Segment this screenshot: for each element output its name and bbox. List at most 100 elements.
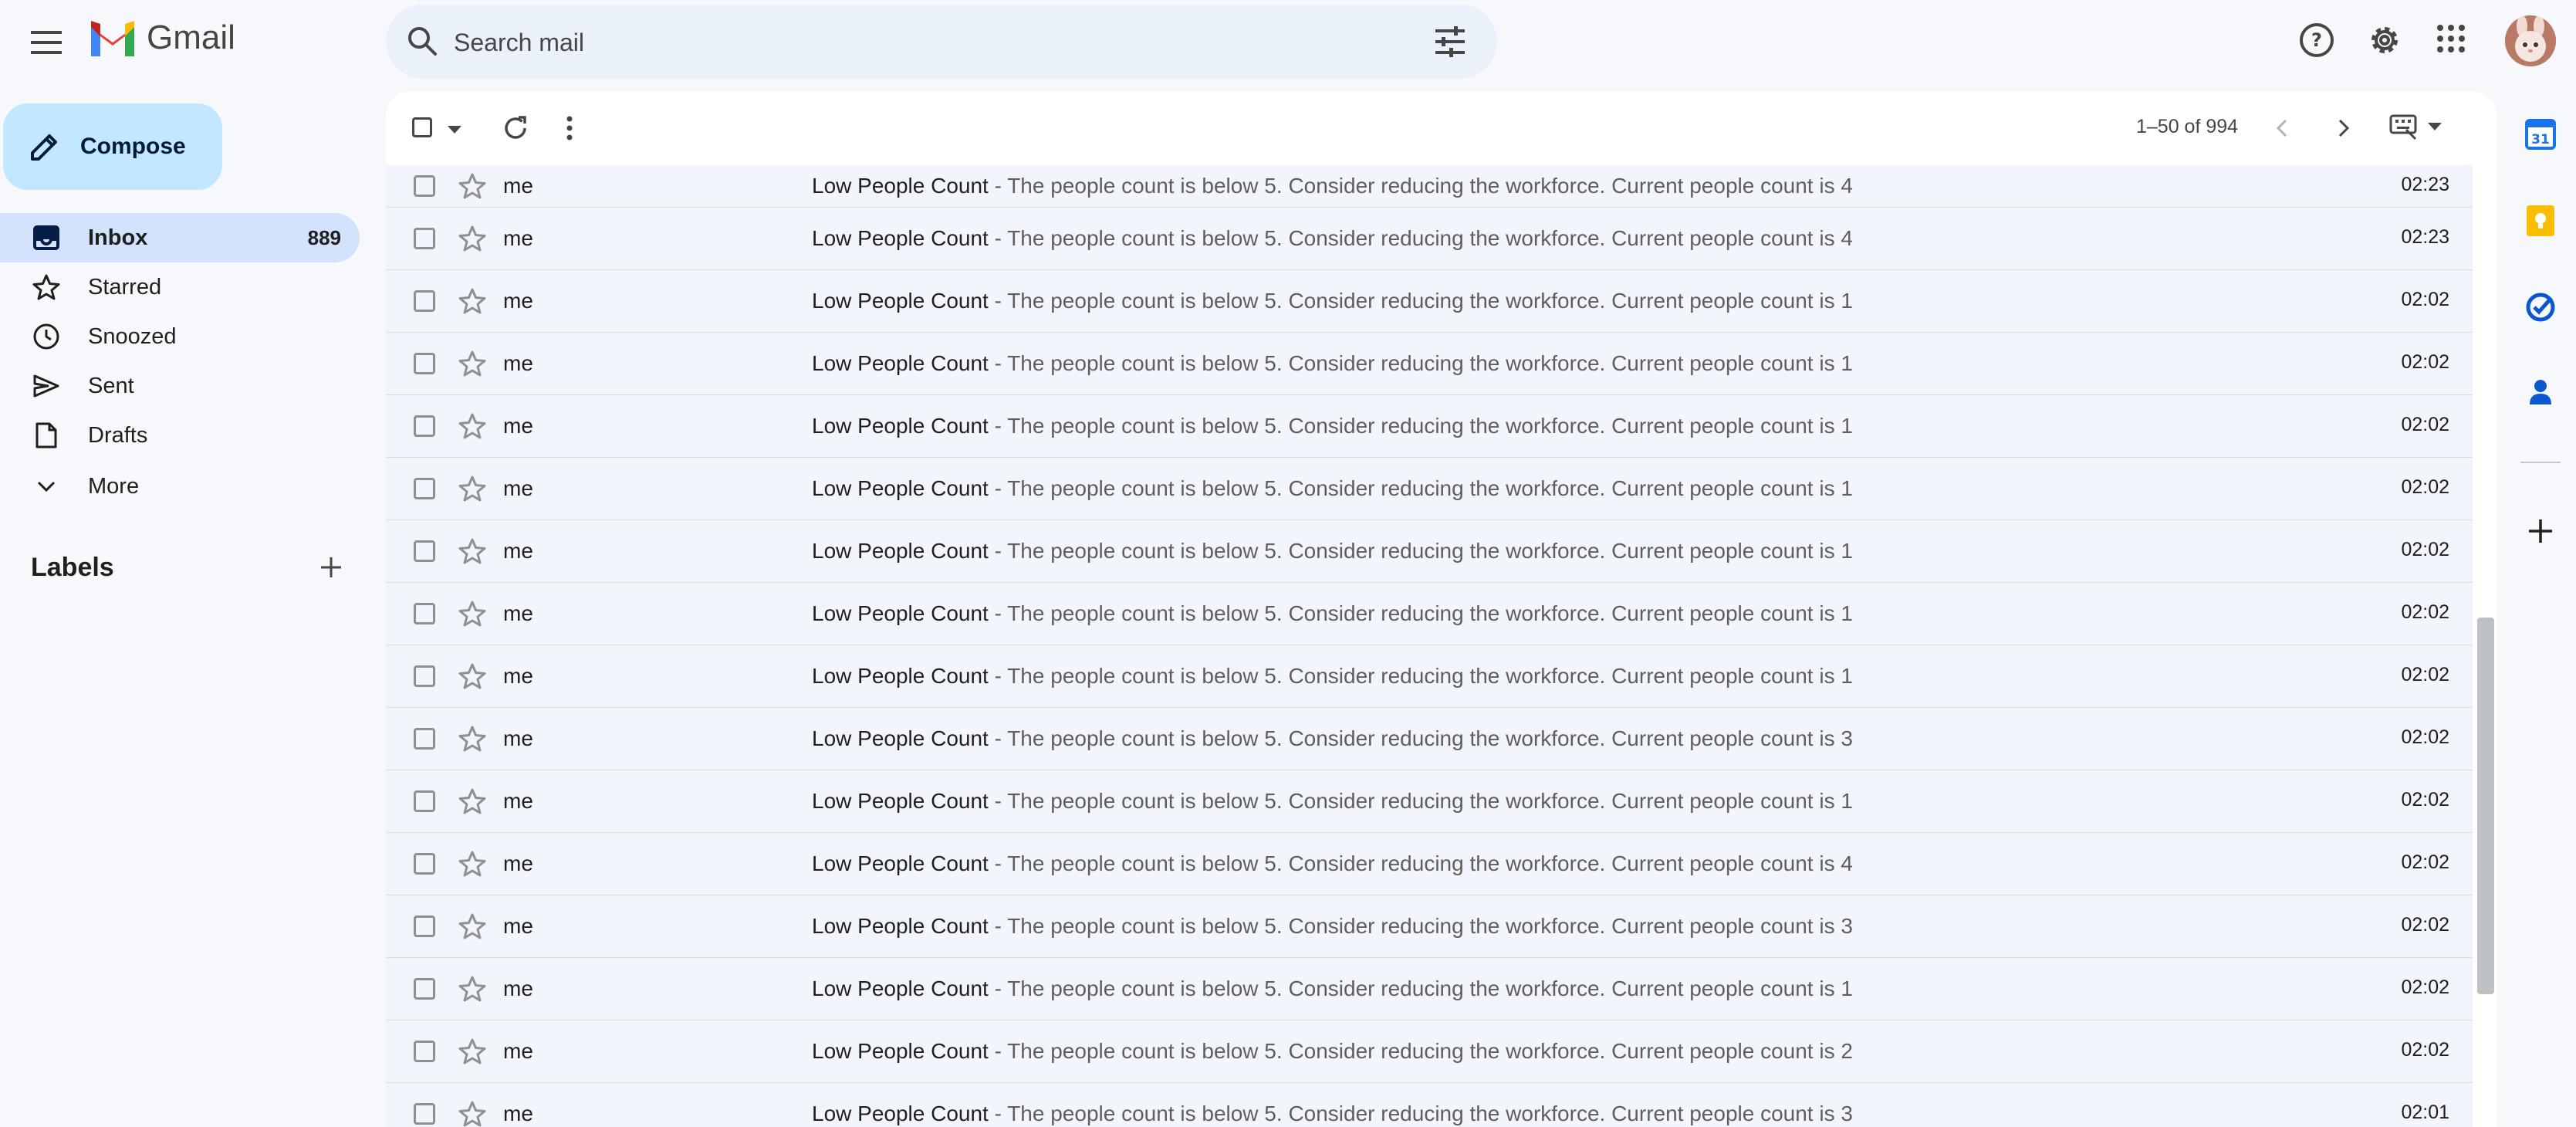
row-checkbox[interactable] — [414, 978, 435, 1000]
side-panel-divider — [2520, 462, 2561, 463]
nav-item-snoozed[interactable]: Snoozed — [0, 312, 360, 361]
star-icon[interactable] — [458, 787, 486, 821]
main-menu-button[interactable] — [23, 19, 69, 66]
email-row[interactable]: me Low People Count - The people count is… — [386, 395, 2473, 458]
email-sender: me — [503, 1039, 533, 1063]
star-icon[interactable] — [458, 600, 486, 633]
settings-gear-icon[interactable] — [2366, 22, 2403, 63]
email-subject-line: Low People Count - The people count is b… — [812, 664, 1853, 689]
star-icon[interactable] — [458, 537, 486, 570]
email-subject-line: Low People Count - The people count is b… — [812, 914, 1853, 939]
older-page-chevron-icon[interactable] — [2329, 114, 2357, 146]
email-list: me Low People Count - The people count is… — [386, 165, 2473, 1127]
star-icon[interactable] — [458, 725, 486, 758]
email-row[interactable]: me Low People Count - The people count is… — [386, 520, 2473, 583]
search-icon[interactable] — [406, 25, 438, 61]
row-checkbox[interactable] — [414, 915, 435, 937]
newer-page-chevron-icon[interactable] — [2269, 114, 2297, 146]
row-checkbox[interactable] — [414, 1041, 435, 1062]
email-row[interactable]: me Low People Count - The people count is… — [386, 833, 2473, 895]
email-row[interactable]: me Low People Count - The people count is… — [386, 770, 2473, 833]
star-icon[interactable] — [458, 350, 486, 383]
star-icon[interactable] — [458, 412, 486, 445]
email-time: 02:02 — [2401, 351, 2449, 373]
email-snippet: - The people count is below 5. Consider … — [988, 289, 1853, 313]
email-snippet: - The people count is below 5. Consider … — [988, 1039, 1853, 1063]
search-input[interactable] — [452, 19, 1343, 66]
select-dropdown-caret-icon[interactable] — [448, 124, 461, 137]
star-icon[interactable] — [458, 975, 486, 1008]
search-options-icon[interactable] — [1434, 26, 1466, 61]
row-checkbox[interactable] — [414, 540, 435, 562]
email-subject-line: Low People Count - The people count is b… — [812, 851, 1853, 876]
nav-item-drafts[interactable]: Drafts — [0, 411, 360, 460]
row-checkbox[interactable] — [414, 415, 435, 437]
email-row[interactable]: me Low People Count - The people count is… — [386, 708, 2473, 770]
scrollbar-thumb[interactable] — [2477, 618, 2494, 994]
email-time: 02:02 — [2401, 664, 2449, 685]
add-label-plus-icon[interactable] — [318, 554, 344, 584]
gmail-logo[interactable]: Gmail — [88, 19, 235, 57]
calendar-icon[interactable]: 31 — [2524, 117, 2557, 151]
nav-item-starred[interactable]: Starred — [0, 262, 360, 312]
star-icon[interactable] — [458, 475, 486, 508]
row-checkbox[interactable] — [414, 175, 435, 197]
email-row[interactable]: me Low People Count - The people count is… — [386, 1083, 2473, 1127]
nav-item-more[interactable]: More — [0, 462, 360, 511]
email-row[interactable]: me Low People Count - The people count is… — [386, 458, 2473, 520]
row-checkbox[interactable] — [414, 478, 435, 499]
search-bar[interactable] — [386, 5, 1497, 79]
account-avatar[interactable] — [2505, 15, 2556, 66]
row-checkbox[interactable] — [414, 728, 435, 750]
email-subject-line: Low People Count - The people count is b… — [812, 174, 1853, 198]
row-checkbox[interactable] — [414, 853, 435, 875]
email-subject: Low People Count — [812, 1039, 989, 1063]
get-addons-plus-icon[interactable] — [2524, 514, 2557, 548]
google-apps-icon[interactable] — [2436, 23, 2466, 58]
clock-icon — [29, 323, 63, 350]
star-icon[interactable] — [458, 287, 486, 320]
row-checkbox[interactable] — [414, 353, 435, 374]
mail-list-panel: 1–50 of 994 me Low People Count - The peo… — [386, 91, 2497, 1127]
email-subject: Low People Count — [812, 976, 989, 1000]
row-checkbox[interactable] — [414, 1103, 435, 1125]
gmail-m-icon — [91, 21, 134, 56]
email-subject: Low People Count — [812, 601, 989, 625]
tasks-icon[interactable] — [2524, 290, 2557, 324]
email-sender: me — [503, 664, 533, 688]
row-checkbox[interactable] — [414, 603, 435, 624]
email-row[interactable]: me Low People Count - The people count is… — [386, 895, 2473, 958]
star-icon[interactable] — [458, 1100, 486, 1127]
help-icon[interactable]: ? — [2298, 22, 2335, 63]
row-checkbox[interactable] — [414, 790, 435, 812]
email-row[interactable]: me Low People Count - The people count is… — [386, 1020, 2473, 1083]
nav-item-inbox[interactable]: Inbox 889 — [0, 213, 360, 262]
refresh-icon[interactable] — [502, 114, 529, 146]
row-checkbox[interactable] — [414, 290, 435, 312]
row-checkbox[interactable] — [414, 228, 435, 249]
email-row[interactable]: me Low People Count - The people count is… — [386, 958, 2473, 1020]
star-icon[interactable] — [458, 225, 486, 258]
keep-icon[interactable] — [2524, 204, 2557, 238]
select-all-checkbox[interactable] — [412, 117, 432, 137]
star-icon[interactable] — [458, 850, 486, 883]
email-row[interactable]: me Low People Count - The people count is… — [386, 165, 2473, 208]
email-row[interactable]: me Low People Count - The people count is… — [386, 645, 2473, 708]
email-row[interactable]: me Low People Count - The people count is… — [386, 270, 2473, 333]
nav-item-sent[interactable]: Sent — [0, 361, 360, 411]
email-row[interactable]: me Low People Count - The people count is… — [386, 333, 2473, 395]
calendar-day: 31 — [2531, 132, 2550, 147]
star-icon[interactable] — [458, 172, 486, 205]
email-time: 02:02 — [2401, 601, 2449, 623]
email-row[interactable]: me Low People Count - The people count is… — [386, 583, 2473, 645]
input-tools-button[interactable] — [2389, 113, 2442, 140]
row-checkbox[interactable] — [414, 665, 435, 687]
contacts-icon[interactable] — [2524, 375, 2557, 409]
star-icon[interactable] — [458, 1037, 486, 1071]
email-row[interactable]: me Low People Count - The people count is… — [386, 208, 2473, 270]
star-icon[interactable] — [458, 912, 486, 946]
star-icon[interactable] — [458, 662, 486, 695]
app-name: Gmail — [147, 19, 235, 56]
more-options-icon[interactable] — [565, 114, 574, 146]
compose-button[interactable]: Compose — [3, 103, 222, 190]
